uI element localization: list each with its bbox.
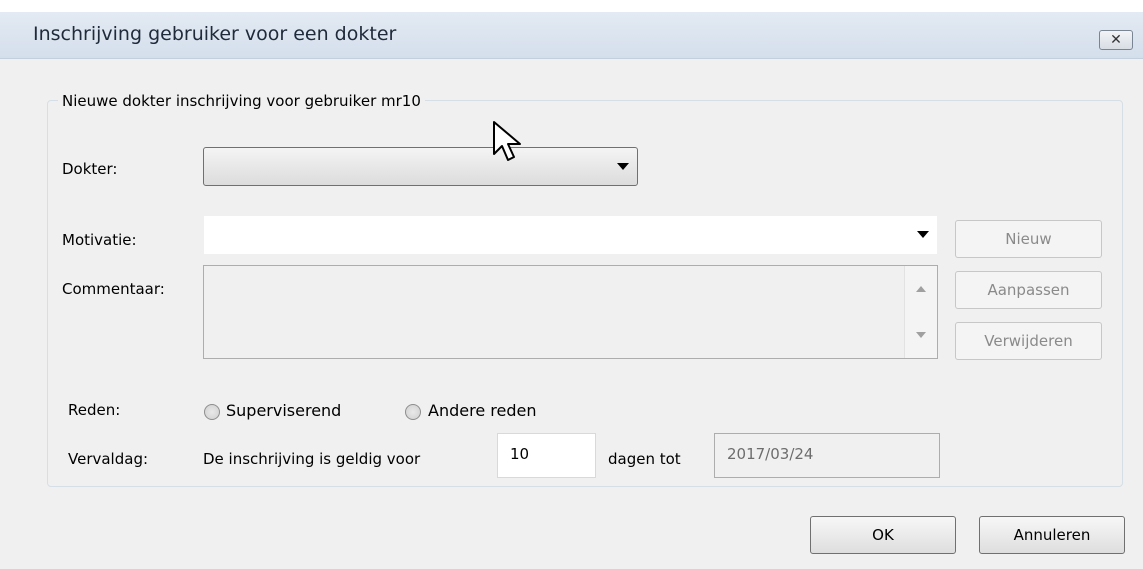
commentaar-label: Commentaar:: [62, 280, 165, 298]
andere-reden-radio[interactable]: [405, 404, 421, 420]
scroll-up-icon[interactable]: [916, 286, 926, 292]
motivatie-label: Motivatie:: [62, 231, 137, 249]
edit-button[interactable]: Aanpassen: [955, 271, 1102, 309]
andere-reden-label: Andere reden: [428, 401, 537, 420]
delete-button[interactable]: Verwijderen: [955, 322, 1102, 360]
close-icon: ✕: [1110, 32, 1122, 48]
cancel-button[interactable]: Annuleren: [979, 516, 1125, 554]
expiry-date-field: 2017/03/24: [714, 433, 940, 478]
group-title: Nieuwe dokter inschrijving voor gebruike…: [58, 92, 425, 110]
mouse-pointer-icon: [493, 121, 521, 161]
validity-prefix: De inschrijving is geldig voor: [203, 450, 421, 468]
days-input[interactable]: 10: [497, 433, 596, 478]
motivatie-combobox[interactable]: [203, 215, 938, 255]
chevron-down-icon: [617, 162, 629, 170]
dokter-label: Dokter:: [62, 160, 118, 178]
title-bar: Inschrijving gebruiker voor een dokter ✕: [0, 12, 1143, 59]
window-title: Inschrijving gebruiker voor een dokter: [33, 23, 397, 45]
chevron-down-icon: [917, 231, 929, 238]
commentaar-textarea[interactable]: [203, 265, 938, 359]
superviserend-radio[interactable]: [204, 404, 220, 420]
new-button[interactable]: Nieuw: [955, 220, 1102, 258]
close-button[interactable]: ✕: [1099, 30, 1133, 50]
ok-button[interactable]: OK: [810, 516, 956, 554]
dokter-dropdown[interactable]: [203, 147, 638, 186]
validity-suffix: dagen tot: [608, 450, 681, 468]
dialog-window: Inschrijving gebruiker voor een dokter ✕…: [0, 0, 1143, 569]
vervaldag-label: Vervaldag:: [68, 450, 149, 468]
superviserend-label: Superviserend: [226, 401, 342, 420]
scroll-down-icon[interactable]: [916, 332, 926, 338]
reden-label: Reden:: [68, 401, 121, 419]
commentaar-scrollbar[interactable]: [904, 266, 937, 358]
